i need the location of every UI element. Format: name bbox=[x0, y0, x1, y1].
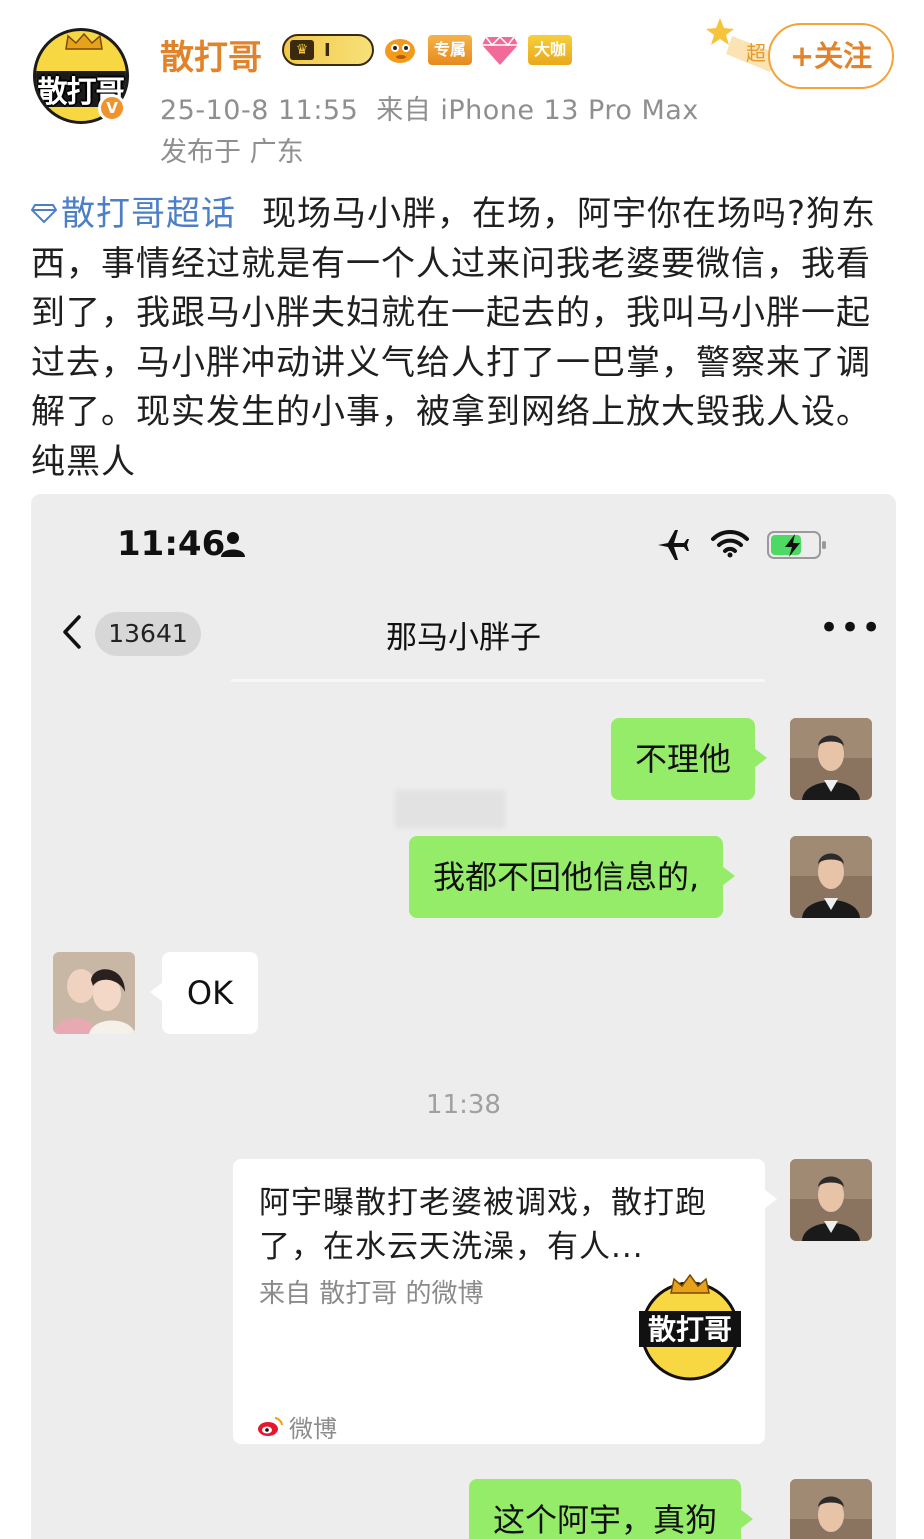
shared-weibo-card[interactable]: 阿宇曝散打老婆被调戏，散打跑了，在水云天洗澡，有人... 来自 散打哥 的微博 … bbox=[233, 1159, 777, 1444]
message-bubble[interactable]: 这个阿宇，真狗 bbox=[469, 1479, 754, 1539]
message-text: 不理他 bbox=[635, 740, 732, 778]
message-bubble[interactable]: OK bbox=[150, 952, 258, 1034]
more-menu-button[interactable]: ••• bbox=[819, 611, 882, 645]
post-source: 来自 iPhone 13 Pro Max bbox=[376, 95, 699, 126]
self-avatar[interactable] bbox=[790, 1479, 872, 1539]
fish-icon[interactable] bbox=[382, 34, 420, 66]
follow-button[interactable]: +关注 bbox=[768, 23, 894, 89]
status-time: 11:46 bbox=[117, 524, 226, 564]
message-text: OK bbox=[186, 974, 234, 1012]
nav-divider bbox=[231, 679, 765, 682]
card-source: 来自 散打哥 的微博 bbox=[259, 1279, 484, 1309]
post-body: 散打哥超话 现场马小胖，在场，阿宇你在场吗?狗东西，事情经过就是有一个人过来问我老… bbox=[31, 190, 896, 487]
verified-icon: V bbox=[98, 94, 126, 122]
battery-icon bbox=[767, 531, 826, 559]
card-title: 阿宇曝散打老婆被调戏，散打跑了，在水云天洗澡，有人... bbox=[259, 1185, 707, 1265]
card-logo-text: 散打哥 bbox=[648, 1313, 732, 1346]
wifi-icon bbox=[711, 529, 749, 558]
author-name[interactable]: 散打哥 bbox=[160, 30, 262, 79]
topic-link[interactable]: 散打哥超话 bbox=[31, 194, 236, 234]
chat-timestamp: 11:38 bbox=[426, 1090, 501, 1120]
card-footer: 微博 bbox=[257, 1409, 337, 1444]
person-icon bbox=[221, 532, 245, 557]
self-avatar-image bbox=[790, 1159, 872, 1241]
post-body-text: 现场马小胖，在场，阿宇你在场吗?狗东西，事情经过就是有一个人过来问我老婆要微信，… bbox=[31, 194, 877, 482]
message-text: 我都不回他信息的, bbox=[433, 858, 700, 896]
card-footer-label: 微博 bbox=[289, 1415, 337, 1443]
diamond-icon bbox=[31, 204, 57, 223]
crown-icon bbox=[65, 33, 103, 50]
self-avatar-image bbox=[790, 1479, 872, 1539]
post-location: 发布于 广东 bbox=[160, 137, 304, 168]
self-avatar[interactable] bbox=[790, 1159, 872, 1241]
chat-screenshot-image[interactable]: 11:46 13641 那马小胖子 ••• 不理他 我都不回他信息的, OK 1… bbox=[31, 494, 896, 1539]
level-badge[interactable]: ♛ I bbox=[282, 34, 374, 66]
card-logo-image: 散打哥 bbox=[639, 1273, 741, 1381]
contact-avatar-image bbox=[53, 952, 135, 1034]
author-badges: ♛ I 专属 大咖 bbox=[282, 33, 573, 67]
self-avatar-image bbox=[790, 718, 872, 800]
message-bubble[interactable]: 不理他 bbox=[611, 718, 768, 800]
airplane-icon bbox=[658, 530, 689, 560]
follow-deco-text: 超 bbox=[746, 41, 766, 65]
self-avatar-image bbox=[790, 836, 872, 918]
blurred-redaction bbox=[395, 790, 505, 828]
weibo-icon bbox=[258, 1416, 283, 1436]
post-date: 25-10-8 11:55 bbox=[160, 95, 359, 126]
dakai-badge[interactable]: 大咖 bbox=[528, 35, 573, 65]
crown-icon: ♛ bbox=[290, 40, 314, 60]
message-text: 这个阿宇，真狗 bbox=[493, 1501, 718, 1539]
self-avatar[interactable] bbox=[790, 836, 872, 918]
contact-avatar[interactable] bbox=[53, 952, 135, 1034]
level-badge-text: I bbox=[324, 39, 331, 61]
gem-icon[interactable] bbox=[480, 33, 520, 67]
chat-title: 那马小胖子 bbox=[386, 620, 541, 656]
topic-label: 散打哥超话 bbox=[61, 194, 236, 234]
self-avatar[interactable] bbox=[790, 718, 872, 800]
message-bubble[interactable]: 我都不回他信息的, bbox=[409, 836, 736, 918]
post-meta: 25-10-8 11:55 来自 iPhone 13 Pro Max bbox=[160, 88, 717, 127]
exclusive-badge[interactable]: 专属 bbox=[428, 35, 473, 65]
